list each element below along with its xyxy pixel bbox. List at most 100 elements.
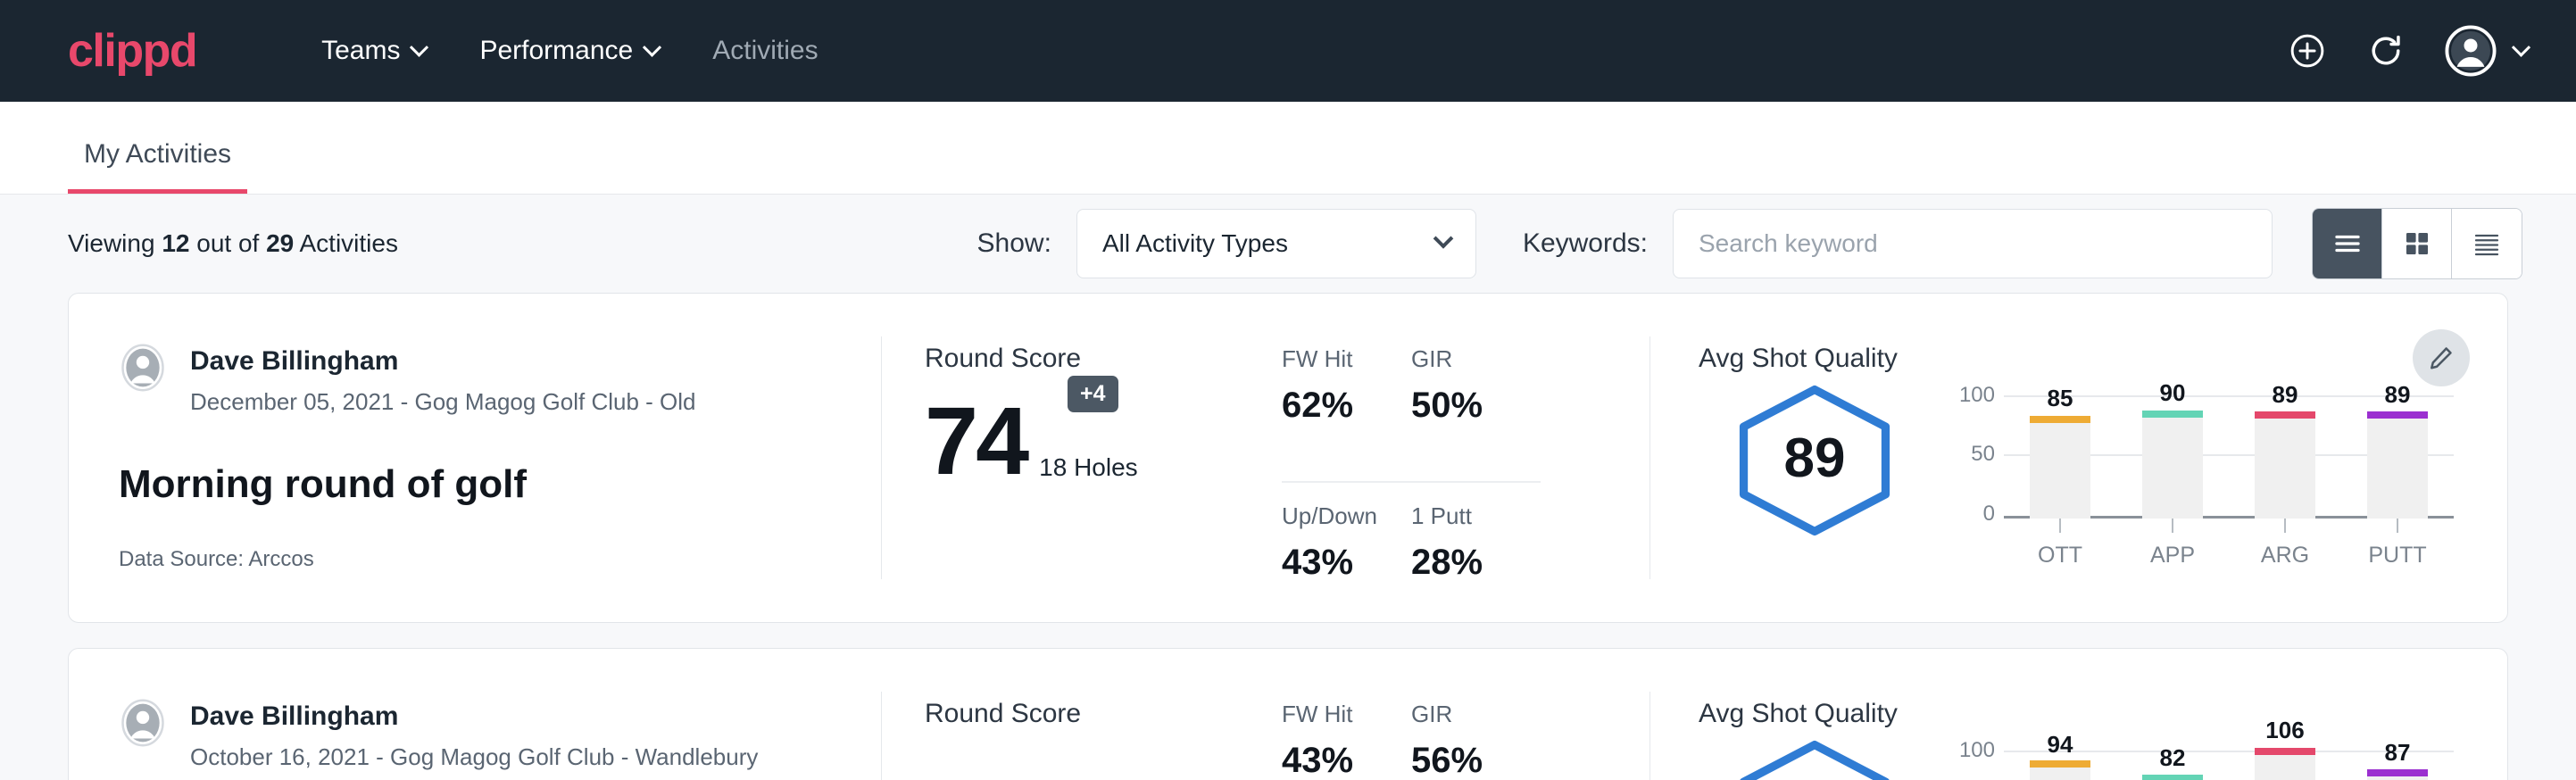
chart-plot-area: 85 90 89 <box>2004 379 2454 519</box>
bar-track <box>2367 776 2428 780</box>
list-view-button[interactable] <box>2313 209 2382 278</box>
stat-gir: GIR 50% <box>1411 345 1541 483</box>
round-stats-grid: FW Hit 43% GIR 56% <box>1282 699 1541 780</box>
bar-cap <box>2255 411 2315 419</box>
bar-app: 82 <box>2142 734 2203 780</box>
avatar <box>119 344 167 392</box>
stat-label: FW Hit <box>1282 345 1386 373</box>
compact-view-button[interactable] <box>2452 209 2522 278</box>
bar-putt: 87 <box>2367 734 2428 780</box>
grid-view-icon <box>2402 228 2432 259</box>
round-score-row: 74 +4 18 Holes <box>925 395 1282 487</box>
activity-type-select[interactable]: All Activity Types <box>1076 209 1476 278</box>
bar-value-ott: 85 <box>2017 385 2103 412</box>
activity-card[interactable]: Dave Billingham December 05, 2021 - Gog … <box>68 293 2508 623</box>
bar-value-app: 90 <box>2130 379 2215 407</box>
bar-track <box>2030 768 2090 780</box>
shot-quality-bar-chart: 100 50 0 85 <box>1954 379 2454 558</box>
bar-cap <box>2255 748 2315 755</box>
stat-gir: GIR 56% <box>1411 701 1541 780</box>
stat-value: 28% <box>1411 543 1516 583</box>
bar-ott: 85 <box>2030 379 2090 519</box>
bar-cap <box>2142 411 2203 418</box>
bar-value-putt: 89 <box>2355 381 2440 409</box>
chart-bars: 94 82 106 <box>2004 734 2454 780</box>
search-input[interactable] <box>1673 209 2273 278</box>
round-score-label: Round Score <box>925 344 1282 374</box>
stat-fw-hit: FW Hit 43% <box>1282 701 1411 780</box>
app-logo[interactable]: clippd <box>68 28 196 74</box>
activity-title: Morning round of golf <box>119 462 881 507</box>
quality-hexagon: 89 <box>1699 379 1931 536</box>
activity-author: Dave Billingham December 05, 2021 - Gog … <box>119 344 881 416</box>
top-navigation-bar: clippd Teams Performance Activities <box>0 0 2576 102</box>
stat-label: GIR <box>1411 701 1516 728</box>
tab-bar: My Activities <box>0 102 2576 195</box>
stat-value: 43% <box>1282 543 1386 583</box>
y-tick-0: 0 <box>1950 502 1995 527</box>
nav-item-teams[interactable]: Teams <box>295 27 453 75</box>
y-tick-50: 50 <box>1950 442 1995 467</box>
chevron-down-icon <box>410 37 428 56</box>
bar-cap <box>2367 411 2428 419</box>
round-score-block: Round Score 74 +4 18 Holes <box>925 344 1282 622</box>
bar-putt: 89 <box>2367 379 2428 519</box>
bar-cap <box>2030 760 2090 768</box>
tab-my-activities[interactable]: My Activities <box>68 139 247 194</box>
shot-quality-bar-chart: 100 94 82 <box>1954 734 2454 780</box>
viewing-count: 12 <box>162 229 189 257</box>
viewing-prefix: Viewing <box>68 229 162 257</box>
activity-meta: October 16, 2021 - Gog Magog Golf Club -… <box>190 743 758 771</box>
round-score-value: 74 <box>925 395 1026 487</box>
bar-value-app: 82 <box>2130 744 2215 772</box>
nav-item-activities-label: Activities <box>712 36 818 66</box>
stat-fw-hit: FW Hit 62% <box>1282 345 1411 483</box>
x-label-putt: PUTT <box>2367 543 2428 568</box>
stat-label: Up/Down <box>1282 502 1386 530</box>
add-button[interactable] <box>2288 31 2327 71</box>
nav-item-performance-label: Performance <box>479 36 633 66</box>
hexagon-icon <box>1730 740 1899 780</box>
top-nav-actions <box>2288 25 2528 77</box>
view-mode-toggle-group <box>2312 208 2522 279</box>
bar-cap <box>2030 416 2090 423</box>
bar-value-ott: 94 <box>2017 731 2103 759</box>
list-view-icon <box>2331 228 2364 260</box>
stat-label: 1 Putt <box>1411 502 1516 530</box>
refresh-button[interactable] <box>2366 31 2406 71</box>
stat-1-putt: 1 Putt 28% <box>1411 483 1541 622</box>
bar-ott: 94 <box>2030 734 2090 780</box>
stat-label: FW Hit <box>1282 701 1386 728</box>
viewing-count-text: Viewing 12 out of 29 Activities <box>68 229 398 258</box>
plus-circle-icon <box>2288 31 2327 71</box>
quality-visuals: 89 100 50 0 85 <box>1699 379 2507 558</box>
y-tick-100: 100 <box>1950 738 1995 763</box>
bar-track <box>2255 755 2315 780</box>
nav-item-performance[interactable]: Performance <box>453 27 686 75</box>
chevron-down-icon <box>2512 37 2530 56</box>
bar-track <box>2367 419 2428 519</box>
nav-item-activities[interactable]: Activities <box>686 27 844 75</box>
viewing-mid: out of <box>189 229 266 257</box>
chevron-down-icon <box>1433 228 1454 249</box>
avg-shot-quality-label: Avg Shot Quality <box>1699 344 2507 374</box>
edit-activity-button[interactable] <box>2413 329 2470 386</box>
nav-item-teams-label: Teams <box>321 36 400 66</box>
round-stats-grid: FW Hit 62% GIR 50% Up/Down 43% 1 Putt 28… <box>1282 344 1541 622</box>
bar-track <box>2030 423 2090 519</box>
bar-track <box>2142 418 2203 519</box>
x-tick <box>2367 519 2428 533</box>
filter-controls: Show: All Activity Types Keywords: <box>977 208 2522 279</box>
activity-card[interactable]: Dave Billingham October 16, 2021 - Gog M… <box>68 648 2508 780</box>
bar-cap <box>2367 769 2428 776</box>
primary-nav: Teams Performance Activities <box>295 27 2288 75</box>
x-label-arg: ARG <box>2255 543 2315 568</box>
round-score-label: Round Score <box>925 699 1282 729</box>
bar-arg: 106 <box>2255 734 2315 780</box>
account-menu[interactable] <box>2445 25 2528 77</box>
filter-bar: Viewing 12 out of 29 Activities Show: Al… <box>0 195 2576 293</box>
grid-view-button[interactable] <box>2382 209 2452 278</box>
round-score-block: Round Score <box>925 699 1282 780</box>
bar-arg: 89 <box>2255 379 2315 519</box>
account-avatar-icon <box>2445 25 2497 77</box>
